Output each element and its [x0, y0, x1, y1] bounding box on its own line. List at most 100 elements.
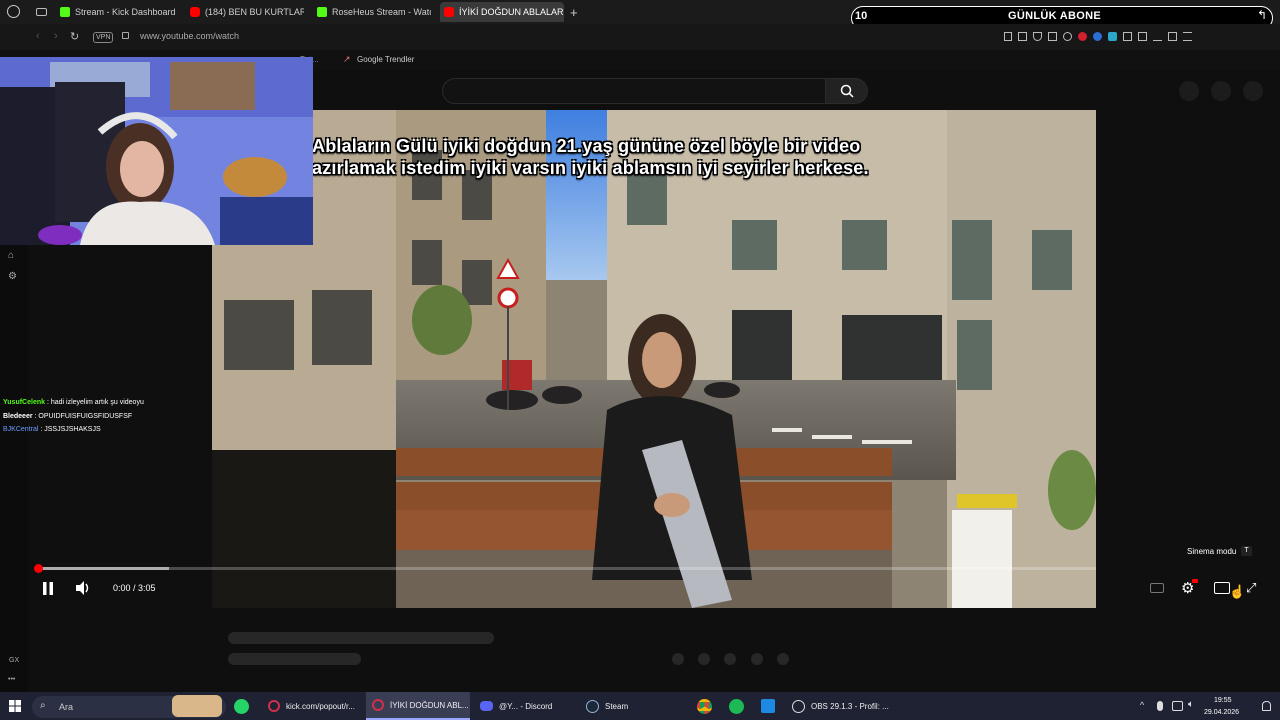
pause-button[interactable] — [42, 582, 54, 595]
subtitles-button[interactable] — [1150, 583, 1164, 593]
clock-time[interactable]: 19:55 — [1214, 697, 1232, 704]
chat-username[interactable]: BJKCentral — [3, 426, 38, 433]
mouse-cursor-icon: ☝ — [1229, 584, 1246, 599]
microphone-icon[interactable] — [1157, 701, 1163, 711]
windows-icon — [9, 700, 21, 712]
sidebar-settings-icon[interactable]: ⚙ — [8, 271, 17, 282]
store-icon[interactable] — [761, 699, 775, 713]
lock-icon — [122, 32, 129, 39]
search-icon — [840, 84, 854, 98]
obs-icon — [792, 699, 805, 713]
sidebar-more[interactable]: ••• — [8, 676, 15, 683]
taskbar-app-steam[interactable]: Steam — [582, 692, 672, 720]
taskbar-app-obs[interactable]: OBS 29.1.3 - Profil: ... — [788, 692, 894, 720]
shield-icon[interactable] — [1033, 32, 1042, 41]
extension-blue-icon[interactable] — [1093, 32, 1102, 41]
extension-red-icon[interactable] — [1078, 32, 1087, 41]
heart-icon[interactable] — [1063, 32, 1072, 41]
chat-text: : JSSJSJSHAKSJS — [38, 426, 101, 433]
sidebar-gx-label[interactable]: GX — [9, 657, 19, 664]
action-skeleton — [777, 653, 789, 665]
video-frame-scene — [212, 110, 1096, 608]
notifications-icon[interactable] — [1262, 701, 1271, 711]
trend-icon: ↗ — [343, 54, 351, 64]
create-icon[interactable] — [1179, 81, 1199, 101]
settings-button[interactable]: ⚙ — [1181, 579, 1198, 597]
action-skeleton — [751, 653, 763, 665]
network-icon[interactable] — [1172, 701, 1183, 711]
reload-icon[interactable]: ↻ — [70, 30, 79, 43]
progress-scrubber[interactable] — [34, 564, 43, 573]
time-display: 0:00 / 3:05 — [113, 583, 156, 593]
youtube-icon — [444, 7, 454, 17]
tab-roseheus-stream[interactable]: RoseHeus Stream - Watch — [313, 2, 431, 22]
tab-youtube-kurtlar[interactable]: (184) BEN BU KURTLAR S — [186, 2, 304, 22]
tab-manager-icon[interactable] — [36, 8, 47, 16]
spotify-icon[interactable] — [729, 699, 744, 714]
aria-icon[interactable] — [1168, 32, 1177, 41]
notifications-icon[interactable] — [1211, 81, 1231, 101]
chat-username[interactable]: YusufCelenk — [3, 399, 45, 406]
channel-skeleton — [228, 653, 361, 665]
new-tab-button[interactable]: + — [570, 5, 578, 20]
cinema-mode-key: T — [1241, 546, 1252, 556]
start-button[interactable] — [9, 700, 21, 712]
streamer-webcam — [0, 57, 313, 245]
caption-line-1: Ablaların Gülü iyiki doğdun 21.yaş günün… — [312, 136, 861, 156]
webcam-feed-image — [0, 57, 313, 245]
youtube-search-input[interactable] — [442, 78, 826, 104]
vpn-badge[interactable]: VPN — [93, 32, 114, 43]
snapshot-icon[interactable] — [1018, 32, 1027, 41]
clock-date[interactable]: 29.04.2026 — [1204, 709, 1239, 716]
opera-gx-icon — [268, 700, 280, 712]
tab-active-video[interactable]: İYİKİ DOĞDUN ABLALARI — [440, 2, 564, 22]
tray-overflow-icon[interactable]: ^ — [1140, 700, 1144, 710]
bookmark-google-trends[interactable]: Google Trendler — [357, 55, 414, 64]
menu-icon[interactable] — [1183, 32, 1192, 41]
chat-message: Bledeeer : OPUIDFUISFUIGSFIDUSFSF — [3, 413, 132, 420]
fullscreen-button[interactable]: ⤢ — [1246, 580, 1256, 596]
kick-icon — [60, 7, 70, 17]
goal-arrow-icon: ↰ — [1257, 8, 1268, 22]
url-field[interactable]: www.youtube.com/watch — [140, 31, 239, 41]
tab-kick-dashboard[interactable]: Stream - Kick Dashboard — [56, 2, 182, 22]
title-skeleton — [228, 632, 494, 644]
back-icon[interactable]: ‹ — [36, 30, 40, 42]
taskbar-app-kick-popout[interactable]: kick.com/popout/r... — [264, 692, 362, 720]
volume-button[interactable] — [76, 581, 92, 595]
puzzle-icon[interactable] — [1138, 32, 1147, 41]
stats-icon[interactable] — [1123, 32, 1132, 41]
send-icon[interactable] — [1048, 32, 1057, 41]
cinema-mode-tooltip: Sinema modu T — [1187, 546, 1252, 556]
taskbar-app-youtube-video[interactable]: İYİKİ DOĞDUN ABL... — [366, 692, 470, 720]
opera-menu-icon[interactable] — [7, 5, 20, 18]
volume-icon — [76, 581, 89, 595]
sidebar-pin-icon[interactable]: ⌂ — [8, 250, 14, 261]
whatsapp-icon[interactable] — [234, 699, 249, 714]
youtube-search-button[interactable] — [826, 78, 868, 104]
caption-line-2: azırlamak istedim iyiki varsın iyiki abl… — [312, 158, 869, 178]
taskbar-search-placeholder: Ara — [59, 702, 74, 712]
discord-icon — [480, 701, 493, 711]
pause-icon — [43, 582, 53, 595]
cinema-mode-button[interactable] — [1214, 582, 1230, 594]
speaker-icon[interactable]: 🔈︎ — [1188, 699, 1194, 710]
video-player[interactable] — [212, 110, 1096, 608]
download-icon[interactable] — [1153, 32, 1162, 41]
avatar[interactable] — [1243, 81, 1263, 101]
taskbar-app-discord[interactable]: @Y... - Discord — [476, 692, 576, 720]
extension-teal-icon[interactable] — [1108, 32, 1117, 41]
search-highlight-icon — [172, 695, 222, 717]
action-skeleton — [672, 653, 684, 665]
bookmark-icon[interactable] — [1004, 32, 1012, 41]
forward-icon[interactable]: › — [54, 30, 58, 42]
chrome-icon[interactable] — [697, 699, 712, 714]
cinema-mode-label: Sinema modu — [1187, 546, 1237, 556]
progress-buffered — [38, 567, 169, 570]
chat-text: : hadi izleyelim artık şu videoyu — [45, 399, 144, 406]
extensions-toolbar — [1004, 32, 1192, 41]
steam-icon — [586, 699, 599, 713]
progress-bar[interactable] — [38, 567, 1096, 570]
chat-username[interactable]: Bledeeer — [3, 413, 33, 420]
hd-badge-icon — [1192, 579, 1198, 583]
